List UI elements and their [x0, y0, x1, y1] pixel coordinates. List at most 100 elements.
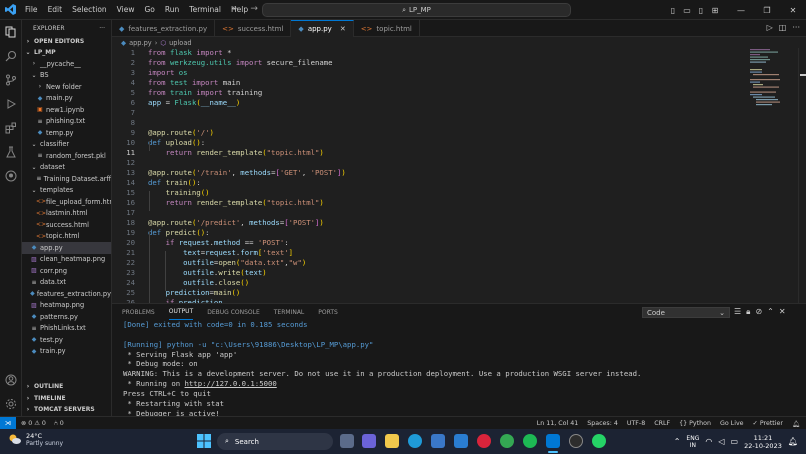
windows-start-icon[interactable] — [197, 434, 211, 448]
menu-view[interactable]: View — [112, 5, 140, 14]
file-tree-item[interactable]: ◆ temp.py — [22, 127, 111, 139]
file-tree-item[interactable]: ◆ app.py — [22, 242, 111, 254]
lock-icon[interactable]: 🔒︎ — [746, 307, 750, 317]
microsoft-store-icon[interactable] — [431, 434, 445, 448]
notifications-bell-icon[interactable]: 🔔︎ — [792, 420, 800, 428]
open-editors-section[interactable]: › OPEN EDITORS — [22, 36, 111, 47]
minimap[interactable] — [748, 48, 798, 303]
file-tree-item[interactable]: ◆ main.py — [22, 93, 111, 105]
taskbar-search[interactable]: ⌕ Search — [217, 433, 333, 450]
status-item[interactable]: Ln 11, Col 41 — [537, 420, 579, 427]
clear-output-icon[interactable]: ⊘ — [755, 307, 762, 317]
menu-edit[interactable]: Edit — [43, 5, 68, 14]
more-icon[interactable]: ··· — [792, 23, 800, 32]
remote-indicator-icon[interactable]: ⋊ — [0, 416, 16, 430]
file-tree-item[interactable]: ▨ clean_heatmap.png — [22, 254, 111, 266]
file-explorer-icon[interactable] — [385, 434, 399, 448]
status-item[interactable]: ✓ Prettier — [753, 420, 783, 427]
command-center-search[interactable]: ⌕ LP_MP — [262, 3, 571, 17]
panel-tab-terminal[interactable]: TERMINAL — [274, 304, 305, 320]
menu-selection[interactable]: Selection — [67, 5, 112, 14]
source-control-icon[interactable] — [0, 68, 22, 92]
battery-icon[interactable]: ▭ — [731, 437, 739, 446]
toggle-sidebar-icon[interactable]: ▯ — [666, 6, 680, 15]
file-tree-item[interactable]: ⌄ BS — [22, 70, 111, 82]
file-tree-item[interactable]: <> success.html — [22, 219, 111, 231]
tab-success-html[interactable]: <> success.html — [215, 20, 292, 37]
menu-go[interactable]: Go — [139, 5, 159, 14]
opera-browser-icon[interactable] — [477, 434, 491, 448]
breadcrumb-symbol[interactable]: upload — [169, 39, 191, 47]
run-debug-icon[interactable] — [0, 92, 22, 116]
problems-count[interactable]: ⊗ 0 ⚠ 0 — [21, 420, 46, 427]
system-clock[interactable]: 11:21 22-10-2023 — [744, 434, 782, 450]
file-tree-item[interactable]: ≡ phishing.txt — [22, 116, 111, 128]
panel-tab-problems[interactable]: PROBLEMS — [122, 304, 155, 320]
file-tree-item[interactable]: › __pycache__ — [22, 58, 111, 70]
file-tree-item[interactable]: ◆ train.py — [22, 346, 111, 358]
weather-widget[interactable]: 24°C Partly sunny — [8, 432, 63, 448]
notification-bell-icon[interactable]: 🔔︎ — [788, 437, 798, 446]
customize-layout-icon[interactable]: ⊞ — [708, 6, 722, 15]
output-log[interactable]: [Done] exited with code=0 in 0.185 secon… — [123, 320, 793, 418]
output-channel-dropdown[interactable]: Code ⌄ — [642, 307, 730, 318]
panel-tab-debug-console[interactable]: DEBUG CONSOLE — [207, 304, 260, 320]
settings-gear-icon[interactable] — [0, 392, 22, 416]
search-icon[interactable] — [0, 44, 22, 68]
toggle-panel-icon[interactable]: ▭ — [680, 6, 694, 15]
breadcrumb-file[interactable]: app.py — [129, 39, 152, 47]
vscode-taskbar-icon[interactable] — [546, 434, 560, 448]
status-item[interactable]: CRLF — [654, 420, 670, 427]
show-hidden-icons-icon[interactable]: ⌃ — [674, 437, 681, 446]
file-tree-item[interactable]: ▨ heatmap.png — [22, 300, 111, 312]
close-window-button[interactable]: ✕ — [780, 6, 806, 15]
accounts-icon[interactable] — [0, 368, 22, 392]
file-tree-item[interactable]: ≡ random_forest.pkl — [22, 150, 111, 162]
workspace-root[interactable]: ⌄ LP_MP — [22, 47, 111, 58]
sidebar-section-tomcat-servers[interactable]: › TOMCAT SERVERS — [22, 404, 112, 416]
mail-icon[interactable] — [454, 434, 468, 448]
testing-icon[interactable] — [0, 140, 22, 164]
sidebar-section-outline[interactable]: › OUTLINE — [22, 381, 112, 393]
status-item[interactable]: Spaces: 4 — [587, 420, 618, 427]
extensions-icon[interactable] — [0, 116, 22, 140]
teams-chat-icon[interactable] — [362, 434, 376, 448]
file-tree-item[interactable]: ▨ corr.png — [22, 265, 111, 277]
code-editor[interactable]: 1 from flask import * 2 from werkzeug.utils… — [112, 48, 806, 303]
sidebar-section-timeline[interactable]: › TIMELINE — [22, 393, 112, 405]
panel-tab-output[interactable]: OUTPUT — [168, 304, 194, 320]
file-tree-item[interactable]: ⌄ templates — [22, 185, 111, 197]
volume-icon[interactable]: ◁ — [718, 437, 724, 446]
close-panel-icon[interactable]: ✕ — [779, 307, 786, 317]
menu-run[interactable]: Run — [160, 5, 184, 14]
github-icon[interactable] — [0, 164, 22, 188]
edge-browser-icon[interactable] — [408, 434, 422, 448]
status-item[interactable]: UTF-8 — [627, 420, 645, 427]
editor-scrollbar[interactable] — [798, 48, 806, 303]
menu-terminal[interactable]: Terminal — [184, 5, 226, 14]
file-tree-item[interactable]: <> topic.html — [22, 231, 111, 243]
file-tree-item[interactable]: ⌄ classifier — [22, 139, 111, 151]
restore-button[interactable]: ❐ — [754, 6, 780, 15]
file-tree-item[interactable]: ◆ test.py — [22, 334, 111, 346]
file-tree-item[interactable]: ≡ PhishLinks.txt — [22, 323, 111, 335]
tab-features-extraction-py[interactable]: ◆ features_extraction.py — [112, 20, 216, 37]
server-url-link[interactable]: http://127.0.0.1:5000 — [185, 379, 277, 388]
file-tree-item[interactable]: › New folder — [22, 81, 111, 93]
file-tree-item[interactable]: ⌄ dataset — [22, 162, 111, 174]
forward-arrow-icon[interactable]: → — [250, 4, 258, 14]
panel-tab-ports[interactable]: PORTS — [318, 304, 338, 320]
filter-list-icon[interactable]: ☰ — [734, 307, 741, 317]
file-tree-item[interactable]: ≡ Training Dataset.arff — [22, 173, 111, 185]
chrome-browser-icon[interactable] — [500, 434, 514, 448]
maximize-panel-icon[interactable]: ⌃ — [767, 307, 774, 317]
whatsapp-icon[interactable] — [592, 434, 606, 448]
ports-count[interactable]: ⑃ 0 — [54, 420, 64, 427]
input-language[interactable]: ENG IN — [686, 435, 699, 449]
more-actions-icon[interactable]: ··· — [99, 25, 105, 32]
back-arrow-icon[interactable]: ← — [232, 4, 240, 14]
minimize-button[interactable]: — — [728, 6, 754, 15]
spotify-icon[interactable] — [523, 434, 537, 448]
status-item[interactable]: Go Live — [720, 420, 744, 427]
media-player-icon[interactable] — [569, 434, 583, 448]
